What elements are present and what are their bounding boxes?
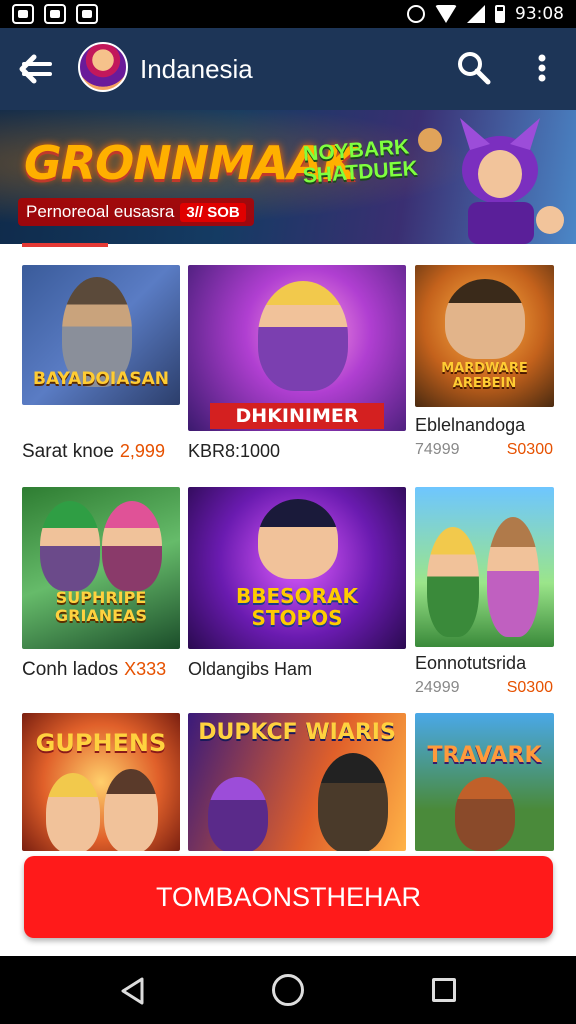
- alarm-icon: [407, 5, 425, 23]
- thumbnail-title: DHKINIMER: [210, 403, 384, 429]
- game-card[interactable]: SUPHRIPE GRIANEAS Conh lados X333: [22, 487, 182, 687]
- banner-badge: NOYBARK SHATDUEK: [302, 135, 419, 188]
- app-screen: 93:08 Indanesia GRONNMAAK NOYBARK SHATDU…: [0, 0, 576, 1024]
- game-name: Oldangibs Ham: [188, 659, 313, 679]
- signal-icon: [467, 5, 485, 23]
- thumbnail-title: SUPHRIPE GRIANEAS: [54, 588, 147, 625]
- game-thumbnail: DHKINIMER: [188, 265, 406, 431]
- banner-tag-text: Pernoreoal eusasra: [26, 202, 175, 221]
- thumbnail-title: BAYADOIASAN: [33, 369, 169, 389]
- thumbnail-title: BBESORAK STOPOS: [236, 584, 358, 630]
- game-thumbnail: DUPKCF WIARIS: [188, 713, 406, 851]
- thumbnail-title: DUPKCF WIARIS: [198, 720, 396, 745]
- game-name: KBR8:1000: [188, 441, 281, 461]
- thumbnail-title: TRAVARK: [427, 743, 542, 768]
- game-card[interactable]: DHKINIMER KBR8:1000: [188, 265, 408, 465]
- game-card[interactable]: DUPKCF WIARIS: [188, 713, 408, 853]
- game-price: X333: [124, 659, 167, 679]
- game-meta-left: 24999: [415, 679, 460, 696]
- banner-tag: Pernoreoal eusasra 3// SOB: [18, 198, 254, 226]
- search-icon[interactable]: [456, 50, 492, 86]
- system-nav-bar: [0, 956, 576, 1024]
- game-card[interactable]: MARDWARE AREBEIN Eblelnandoga 74999 S030…: [415, 265, 555, 465]
- game-thumbnail: [415, 487, 554, 647]
- app-bar: Indanesia: [0, 28, 576, 110]
- game-thumbnail: MARDWARE AREBEIN: [415, 265, 554, 407]
- status-bar: 93:08: [0, 0, 576, 28]
- status-time: 93:08: [515, 4, 564, 24]
- game-thumbnail: TRAVARK: [415, 713, 554, 851]
- game-thumbnail: BBESORAK STOPOS: [188, 487, 406, 649]
- game-card[interactable]: BBESORAK STOPOS Oldangibs Ham: [188, 487, 408, 687]
- page-title: Indanesia: [140, 54, 253, 84]
- game-name: Conh lados: [22, 659, 119, 680]
- nav-home-icon[interactable]: [272, 974, 304, 1006]
- nav-back-icon[interactable]: [118, 976, 148, 1006]
- game-card[interactable]: Eonnotutsrida 24999 S0300: [415, 487, 555, 697]
- avatar[interactable]: [78, 42, 128, 92]
- game-meta-left: 74999: [415, 441, 460, 458]
- game-name: Sarat knoe: [22, 441, 114, 462]
- game-thumbnail: SUPHRIPE GRIANEAS: [22, 487, 180, 649]
- game-meta-right: S0300: [506, 441, 553, 458]
- more-vert-icon[interactable]: [530, 50, 554, 86]
- thumbnail-title: GUPHENS: [35, 729, 167, 757]
- back-arrow-icon[interactable]: [18, 52, 54, 86]
- game-card[interactable]: TRAVARK: [415, 713, 555, 853]
- app-icon: [44, 4, 66, 24]
- game-thumbnail: BAYADOIASAN: [22, 265, 180, 405]
- battery-icon: [495, 5, 505, 23]
- game-card[interactable]: GUPHENS: [22, 713, 182, 853]
- promo-banner[interactable]: GRONNMAAK NOYBARK SHATDUEK Pernoreoal eu…: [0, 110, 576, 244]
- app-icon: [76, 4, 98, 24]
- nav-recent-icon[interactable]: [432, 978, 456, 1002]
- game-name: Eonnotutsrida: [415, 653, 527, 673]
- game-meta-right: S0300: [506, 679, 553, 696]
- primary-action-button[interactable]: TOMBAONSTHEHAR: [24, 856, 553, 938]
- thumbnail-title: MARDWARE AREBEIN: [441, 361, 528, 391]
- game-price: 2,999: [119, 441, 165, 461]
- banner-indicator: [22, 243, 108, 247]
- app-icon: [12, 4, 34, 24]
- game-card[interactable]: BAYADOIASAN Sarat knoe 2,999: [22, 265, 182, 465]
- hero-character-image: [418, 118, 564, 244]
- game-name: Eblelnandoga: [415, 415, 526, 435]
- banner-tag-price: 3// SOB: [180, 202, 246, 222]
- game-thumbnail: GUPHENS: [22, 713, 180, 851]
- wifi-icon: [435, 5, 457, 23]
